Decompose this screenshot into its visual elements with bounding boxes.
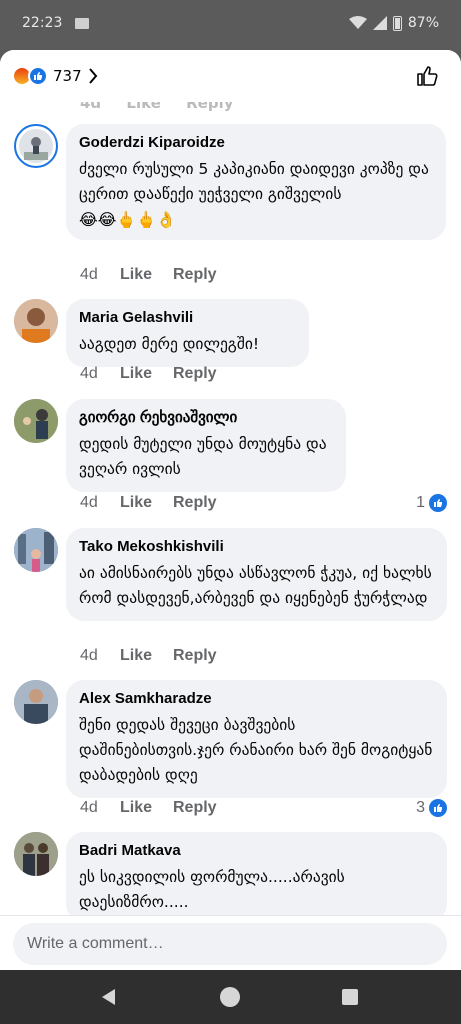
comment-bubble[interactable]: Alex Samkharadze შენი დედას შევეცი ბავშვ… xyxy=(66,680,447,798)
avatar-image xyxy=(14,528,58,572)
comment-bubble[interactable]: Goderdzi Kiparoidze ძველი რუსული 5 კაპიკ… xyxy=(66,124,446,240)
like-reaction-icon xyxy=(28,66,48,86)
status-indicators: 87% xyxy=(348,15,439,31)
comment-text: შენი დედას შევეცი ბავშვების დაშინებისთვი… xyxy=(79,716,433,784)
comment-time: 4d xyxy=(80,266,98,283)
avatar-image xyxy=(19,129,53,163)
comments-sheet: 4d Like Reply Goderdzi Kiparoidze ძველი … xyxy=(0,50,461,970)
reply-link[interactable]: Reply xyxy=(173,647,217,665)
avatar-image xyxy=(14,299,58,343)
system-navigation-bar xyxy=(0,970,461,1024)
comment-author[interactable]: Maria Gelashvili xyxy=(79,308,296,328)
avatar-image xyxy=(14,680,58,724)
recent-apps-icon[interactable] xyxy=(342,989,358,1005)
avatar[interactable] xyxy=(14,832,58,876)
reaction-icons xyxy=(12,66,52,86)
wifi-icon xyxy=(348,16,367,29)
comments-list[interactable]: 4d Like Reply Goderdzi Kiparoidze ძველი … xyxy=(0,50,461,915)
total-reaction-count: 737 xyxy=(53,67,82,85)
avatar[interactable] xyxy=(14,124,58,168)
comment-author[interactable]: Goderdzi Kiparoidze xyxy=(79,133,433,153)
status-time: 22:23 xyxy=(22,15,63,31)
reply-link[interactable]: Reply xyxy=(173,799,217,817)
avatar-image xyxy=(14,399,58,443)
comment-time: 4d xyxy=(80,365,98,382)
reaction-summary[interactable]: 3 xyxy=(416,799,447,817)
reaction-count: 3 xyxy=(416,799,425,816)
comment-input[interactable] xyxy=(13,923,447,965)
comment-composer xyxy=(0,915,461,970)
comment-author[interactable]: Badri Matkava xyxy=(79,841,434,861)
comment-emojis: 😂😂🖕🖕👌 xyxy=(79,209,177,229)
thumbs-up-icon[interactable] xyxy=(415,64,439,88)
home-icon[interactable] xyxy=(220,987,240,1007)
avatar[interactable] xyxy=(14,680,58,724)
comment-actions: 4d Like Reply xyxy=(80,266,217,284)
back-icon[interactable] xyxy=(100,988,118,1006)
comment-actions: 4d Like Reply xyxy=(80,799,217,817)
comment-bubble[interactable]: Maria Gelashvili ააგდეთ მერე დილეგში! xyxy=(66,299,309,367)
battery-icon xyxy=(392,15,402,31)
avatar[interactable] xyxy=(14,399,58,443)
reply-link[interactable]: Reply xyxy=(173,365,217,383)
like-link[interactable]: Like xyxy=(120,494,173,512)
comment-actions: 4d Like Reply xyxy=(80,647,217,665)
battery-level: 87% xyxy=(407,15,439,31)
comment-bubble[interactable]: Tako Mekoshkishvili აი ამისნაირებს უნდა … xyxy=(66,528,447,621)
comment-bubble[interactable]: გიორგი რეხვიაშვილი დედის მუტელი უნდა მოუ… xyxy=(66,399,346,492)
reaction-count: 1 xyxy=(416,494,425,511)
comment-author[interactable]: Alex Samkharadze xyxy=(79,689,434,709)
like-link[interactable]: Like xyxy=(120,799,173,817)
mail-notification-icon xyxy=(75,18,89,29)
comment-text: აი ამისნაირებს უნდა ასწავლონ ჭკუა, იქ ხა… xyxy=(79,564,432,607)
comment-text: ეს სიკვდილის ფორმულა.....არავის დაესიზმრ… xyxy=(79,868,345,911)
like-reaction-icon xyxy=(429,799,447,817)
reply-link[interactable]: Reply xyxy=(173,266,217,284)
status-bar: 22:23 87% xyxy=(0,0,461,50)
chevron-right-icon[interactable] xyxy=(88,67,98,85)
comment-text: დედის მუტელი უნდა მოუტყნა და ვეღარ ივლის xyxy=(79,435,327,478)
avatar[interactable] xyxy=(14,299,58,343)
reactions-header[interactable]: 737 xyxy=(0,50,461,102)
comment-bubble[interactable]: Badri Matkava ეს სიკვდილის ფორმულა.....ა… xyxy=(66,832,447,915)
like-link[interactable]: Like xyxy=(120,365,173,383)
comment-time: 4d xyxy=(80,647,98,664)
comment-text: ააგდეთ მერე დილეგში! xyxy=(79,335,260,353)
comment-author[interactable]: გიორგი რეხვიაშვილი xyxy=(79,408,333,428)
like-reaction-icon xyxy=(429,494,447,512)
like-link[interactable]: Like xyxy=(120,266,173,284)
signal-icon xyxy=(372,16,387,30)
comment-author[interactable]: Tako Mekoshkishvili xyxy=(79,537,434,557)
reaction-summary[interactable]: 1 xyxy=(416,494,447,512)
comment-actions: 4d Like Reply xyxy=(80,365,217,383)
avatar[interactable] xyxy=(14,528,58,572)
like-link[interactable]: Like xyxy=(120,647,173,665)
comment-time: 4d xyxy=(80,799,98,816)
comment-time: 4d xyxy=(80,494,98,511)
comment-text: ძველი რუსული 5 კაპიკიანი დაიდევი კოპზე დ… xyxy=(79,160,429,203)
avatar-image xyxy=(14,832,58,876)
comment-actions: 4d Like Reply xyxy=(80,494,217,512)
reply-link[interactable]: Reply xyxy=(173,494,217,512)
